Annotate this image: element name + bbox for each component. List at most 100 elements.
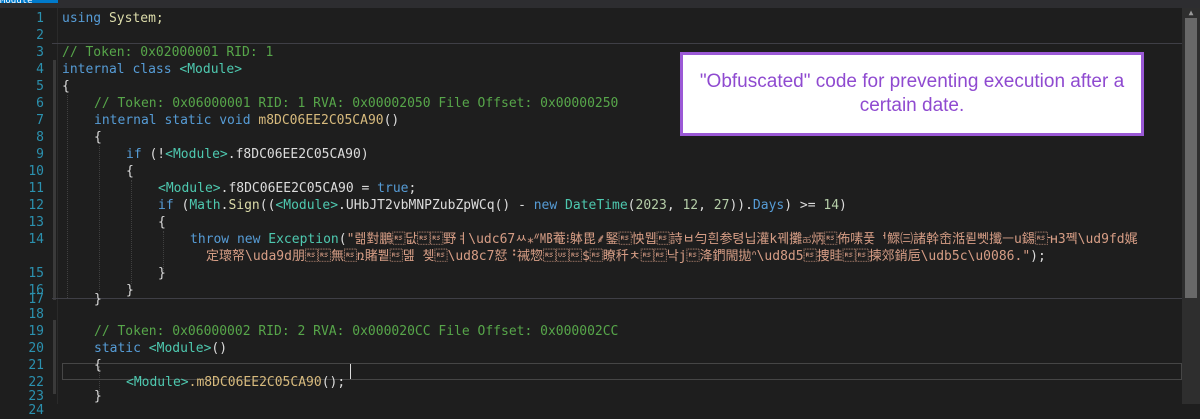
number: 14 — [823, 198, 840, 213]
punctuation — [557, 198, 565, 213]
tab-strip: Module — [0, 0, 1200, 8]
number: 2023 — [635, 198, 667, 213]
code-line: <Module>.f8DC06EE2C05CA90 = true; — [158, 180, 416, 197]
brace: { — [158, 215, 166, 230]
type-name: <Module> — [275, 198, 339, 213]
punctuation: ( — [627, 198, 636, 213]
keyword: static — [94, 341, 141, 356]
code-line: static <Module>() — [94, 340, 227, 357]
punctuation: (); — [321, 375, 346, 390]
code-line: // Token: 0x02000001 RID: 1 — [62, 44, 273, 61]
line-number: 18 — [28, 307, 44, 322]
line-number: 7 — [36, 113, 44, 128]
outline-fold-bar[interactable] — [53, 60, 56, 300]
tab-module[interactable]: Module — [0, 0, 58, 3]
code-line: { — [62, 78, 70, 95]
code-line: if (Math.Sign((<Module>.UHbJT2vbMNPZubZp… — [158, 197, 847, 214]
type-name: <Module> — [171, 62, 243, 77]
outline-fold-bar[interactable] — [53, 320, 56, 394]
scrollbar-thumb[interactable] — [1185, 18, 1197, 298]
code-line: } — [94, 291, 102, 308]
type-name: Math — [189, 198, 221, 213]
string-literal: "렒對鵬 닶 野ㅕ\udc67ㅆ⁎ᐥ㎆菴⁝躰毘⸙鋻 怏뭽 詩ㅂ勻흰参텽닙灌k꿰攤… — [346, 232, 1138, 247]
code-line: } — [94, 388, 102, 405]
line-number-gutter: 1 2 3 4 5 6 7 8 9 10 11 12 13 14 15 16 1… — [0, 8, 52, 418]
code-line: throw new Exception("렒對鵬 닶 野ㅕ\udc67ㅆ⁎ᐥ㎆菴… — [190, 231, 1180, 248]
code-line: <Module>.m8DC06EE2C05CA90(); — [126, 374, 345, 391]
line-number: 13 — [28, 215, 44, 230]
line-number: 4 — [36, 62, 44, 77]
type-name: Exception — [268, 232, 339, 247]
punctuation: () - — [494, 198, 534, 213]
line-number: 3 — [36, 45, 44, 60]
punctuation: )). — [729, 198, 753, 213]
member: .f8DC06EE2C05CA90 = — [220, 181, 378, 196]
line-number: 6 — [36, 96, 44, 111]
code-line: 定瓌帑\uda9d朋 無 ռ賭쀁 뎶 쳊 \ud8c7恏⠘祴惣 $ 瞭䄭ㅊ 낙j… — [206, 248, 1180, 265]
type-name: <Module> — [140, 341, 212, 356]
keyword: if — [158, 198, 174, 213]
type-name: <Module> — [158, 181, 221, 196]
punctuation: ) — [360, 147, 369, 162]
code-line: using System; — [62, 10, 164, 27]
punctuation: () — [383, 113, 400, 128]
method-name: Sign — [228, 198, 260, 213]
number: 27 — [713, 198, 730, 213]
annotation-callout: "Obfuscated" code for preventing executi… — [680, 52, 1144, 136]
code-line: { — [94, 357, 102, 374]
line-number: 11 — [28, 181, 44, 196]
code-line: } — [158, 265, 166, 282]
namespace: System; — [101, 11, 164, 26]
punctuation: (( — [259, 198, 276, 213]
code-line: internal class <Module> — [62, 61, 242, 78]
line-number: 1 — [36, 11, 44, 26]
gutter-margin — [57, 8, 58, 404]
code-line: if (!<Module>.f8DC06EE2C05CA90) — [126, 146, 369, 163]
line-number: 8 — [36, 130, 44, 145]
scroll-up-icon[interactable]: ▲ — [1182, 8, 1200, 18]
punctuation: ) — [839, 198, 847, 213]
line-number: 2 — [36, 28, 44, 43]
keyword: using — [62, 11, 102, 26]
type-name: <Module> — [165, 147, 228, 162]
line-number: 14 — [28, 232, 44, 247]
number: 12 — [682, 198, 699, 213]
code-line: // Token: 0x06000002 RID: 2 RVA: 0x00002… — [94, 323, 618, 340]
punctuation: () — [211, 341, 228, 356]
brace: } — [158, 266, 166, 281]
keyword: internal class — [62, 62, 172, 77]
member: .f8DC06EE2C05CA90 — [227, 147, 361, 162]
punctuation: ( — [173, 198, 190, 213]
brace: } — [94, 389, 102, 404]
code-line: internal static void m8DC06EE2C05CA90() — [94, 112, 399, 129]
line-number: 10 — [28, 164, 44, 179]
keyword: throw new — [190, 232, 261, 247]
punctuation: ); — [1030, 249, 1046, 264]
comment: // Token: 0x06000001 RID: 1 RVA: 0x00002… — [94, 96, 619, 111]
brace: { — [94, 130, 102, 145]
code-line: { — [94, 129, 102, 146]
code-line: } — [126, 282, 134, 299]
punctuation: ) >= — [784, 198, 824, 213]
code-line: { — [158, 214, 166, 231]
keyword: internal static void — [94, 113, 251, 128]
callout-text: "Obfuscated" code for preventing executi… — [699, 71, 1125, 116]
type-name: DateTime — [565, 198, 628, 213]
line-number: 19 — [28, 324, 44, 339]
brace: { — [62, 79, 70, 94]
method-name: m8DC06EE2C05CA90 — [250, 113, 384, 128]
line-number: 12 — [28, 198, 44, 213]
property: Days — [752, 198, 785, 213]
member: .UHbJT2vbMNPZubZpWCq — [338, 198, 495, 213]
punctuation: ; — [408, 181, 417, 196]
brace: } — [94, 292, 102, 307]
string-literal: 定瓌帑\uda9d朋 無 ռ賭쀁 뎶 쳊 \ud8c7恏⠘祴惣 $ 瞭䄭ㅊ 낙j… — [206, 249, 1031, 264]
line-number: 20 — [28, 341, 44, 356]
method-name: .m8DC06EE2C05CA90 — [188, 375, 322, 390]
comment: // Token: 0x02000001 RID: 1 — [62, 45, 274, 60]
line-number: 21 — [28, 358, 44, 373]
type-name: <Module> — [126, 375, 189, 390]
punctuation: , — [666, 198, 683, 213]
code-line: { — [126, 163, 134, 180]
line-number: 15 — [28, 266, 44, 281]
